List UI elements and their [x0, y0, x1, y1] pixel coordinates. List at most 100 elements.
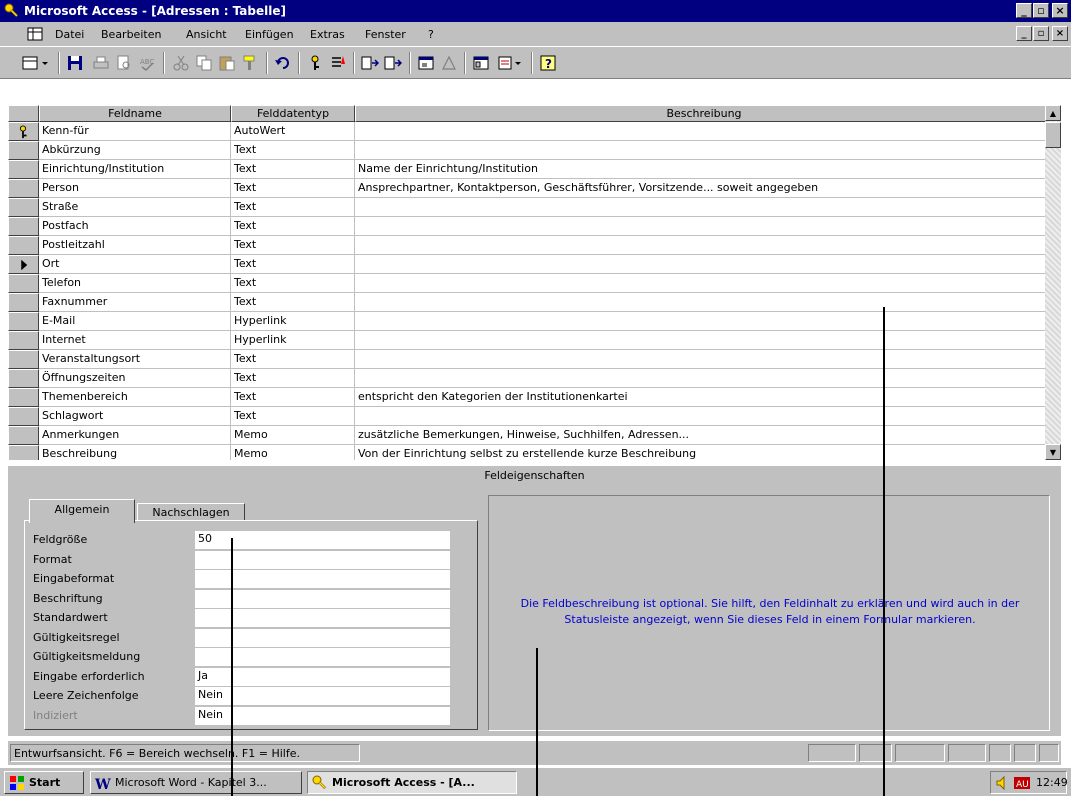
- row-selector[interactable]: [8, 198, 39, 217]
- cell-feldname[interactable]: Straße: [39, 198, 231, 217]
- task-word[interactable]: W Microsoft Word - Kapitel 3...: [90, 771, 302, 794]
- cell-beschreibung[interactable]: zusätzliche Bemerkungen, Hinweise, Suchh…: [355, 426, 1053, 445]
- row-selector[interactable]: [8, 217, 39, 236]
- title-bar[interactable]: Microsoft Access - [Adressen : Tabelle] …: [0, 0, 1071, 22]
- cell-beschreibung[interactable]: [355, 293, 1053, 312]
- cell-felddatentyp[interactable]: Text: [231, 198, 355, 217]
- property-input[interactable]: [195, 590, 450, 608]
- cell-felddatentyp[interactable]: Text: [231, 160, 355, 179]
- cell-feldname[interactable]: Postfach: [39, 217, 231, 236]
- cell-feldname[interactable]: Abkürzung: [39, 141, 231, 160]
- cell-feldname[interactable]: Themenbereich: [39, 388, 231, 407]
- cell-feldname[interactable]: Einrichtung/Institution: [39, 160, 231, 179]
- row-selector[interactable]: [8, 445, 39, 460]
- cell-felddatentyp[interactable]: Text: [231, 293, 355, 312]
- tray-app-icon[interactable]: AU: [1013, 775, 1031, 791]
- table-row[interactable]: Themenbereich Text entspricht den Kategori…: [8, 388, 1053, 407]
- property-input[interactable]: [195, 570, 450, 588]
- cell-felddatentyp[interactable]: Text: [231, 407, 355, 426]
- cell-feldname[interactable]: Öffnungszeiten: [39, 369, 231, 388]
- row-selector[interactable]: [8, 312, 39, 331]
- cut-icon[interactable]: [172, 54, 190, 72]
- cell-beschreibung[interactable]: Ansprechpartner, Kontaktperson, Geschäft…: [355, 179, 1053, 198]
- menu-extras[interactable]: Extras: [310, 28, 345, 41]
- menu-ansicht[interactable]: Ansicht: [186, 28, 227, 41]
- table-row[interactable]: Einrichtung/Institution Text Name der Einr…: [8, 160, 1053, 179]
- cell-felddatentyp[interactable]: Text: [231, 179, 355, 198]
- format-painter-icon[interactable]: [241, 54, 259, 72]
- cell-felddatentyp[interactable]: Memo: [231, 445, 355, 460]
- cell-felddatentyp[interactable]: Text: [231, 255, 355, 274]
- table-row[interactable]: Person Text Ansprechpartner, Kontaktperson…: [8, 179, 1053, 198]
- spelling-icon[interactable]: ABC: [138, 54, 156, 72]
- table-row[interactable]: E-Mail Hyperlink: [8, 312, 1053, 331]
- row-selector[interactable]: [8, 407, 39, 426]
- copy-icon[interactable]: [195, 54, 213, 72]
- cell-beschreibung[interactable]: Von der Einrichtung selbst zu erstellend…: [355, 445, 1053, 460]
- row-selector[interactable]: [8, 160, 39, 179]
- cell-feldname[interactable]: Beschreibung: [39, 445, 231, 460]
- table-row[interactable]: Telefon Text: [8, 274, 1053, 293]
- column-header-feldname[interactable]: Feldname: [39, 105, 231, 122]
- scroll-thumb[interactable]: [1045, 122, 1061, 148]
- cell-felddatentyp[interactable]: Hyperlink: [231, 331, 355, 350]
- menu-fenster[interactable]: Fenster: [365, 28, 406, 41]
- row-selector[interactable]: [8, 426, 39, 445]
- doc-close-button[interactable]: ×: [1052, 26, 1068, 41]
- cell-beschreibung[interactable]: [355, 274, 1053, 293]
- cell-feldname[interactable]: Veranstaltungsort: [39, 350, 231, 369]
- table-row[interactable]: Kenn-für AutoWert: [8, 122, 1053, 141]
- cell-felddatentyp[interactable]: Text: [231, 274, 355, 293]
- maximize-button[interactable]: ▫: [1033, 3, 1049, 18]
- cell-beschreibung[interactable]: [355, 331, 1053, 350]
- cell-beschreibung[interactable]: [355, 350, 1053, 369]
- menu-einfuegen[interactable]: Einfügen: [245, 28, 294, 41]
- cell-feldname[interactable]: Anmerkungen: [39, 426, 231, 445]
- cell-beschreibung[interactable]: [355, 217, 1053, 236]
- cell-beschreibung[interactable]: [355, 141, 1053, 160]
- cell-feldname[interactable]: Telefon: [39, 274, 231, 293]
- start-button[interactable]: Start: [4, 771, 84, 794]
- cell-felddatentyp[interactable]: Text: [231, 141, 355, 160]
- table-row[interactable]: Postfach Text: [8, 217, 1053, 236]
- row-selector[interactable]: [8, 236, 39, 255]
- row-selector[interactable]: [8, 274, 39, 293]
- row-selector[interactable]: [8, 122, 39, 141]
- task-access[interactable]: Microsoft Access - [A...: [307, 771, 517, 794]
- row-selector[interactable]: [8, 388, 39, 407]
- close-button[interactable]: ×: [1052, 3, 1068, 18]
- property-input[interactable]: Nein: [195, 687, 450, 705]
- save-icon[interactable]: [66, 54, 84, 72]
- cell-feldname[interactable]: E-Mail: [39, 312, 231, 331]
- table-row[interactable]: Anmerkungen Memo zusätzliche Bemerkungen, …: [8, 426, 1053, 445]
- cell-feldname[interactable]: Schlagwort: [39, 407, 231, 426]
- row-selector[interactable]: [8, 293, 39, 312]
- cell-feldname[interactable]: Ort: [39, 255, 231, 274]
- cell-beschreibung[interactable]: [355, 236, 1053, 255]
- property-input[interactable]: [195, 648, 450, 666]
- property-input[interactable]: Ja: [195, 668, 450, 686]
- doc-restore-button[interactable]: ▫: [1033, 26, 1049, 41]
- table-row[interactable]: Schlagwort Text: [8, 407, 1053, 426]
- undo-icon[interactable]: [274, 54, 292, 72]
- row-selector[interactable]: [8, 255, 39, 274]
- property-input[interactable]: [195, 551, 450, 569]
- property-input[interactable]: Nein: [195, 707, 450, 725]
- indexes-icon[interactable]: [329, 54, 347, 72]
- row-selector[interactable]: [8, 179, 39, 198]
- scroll-down-button[interactable]: ▼: [1045, 444, 1061, 460]
- cell-beschreibung[interactable]: [355, 369, 1053, 388]
- cell-beschreibung[interactable]: entspricht den Kategorien der Institutio…: [355, 388, 1053, 407]
- property-input[interactable]: 50: [195, 531, 450, 549]
- row-selector[interactable]: [8, 331, 39, 350]
- build-icon[interactable]: [440, 54, 458, 72]
- minimize-button[interactable]: _: [1016, 3, 1032, 18]
- speaker-icon[interactable]: [995, 775, 1011, 791]
- new-object-icon[interactable]: [497, 54, 525, 72]
- print-preview-icon[interactable]: [115, 54, 133, 72]
- row-selector[interactable]: [8, 369, 39, 388]
- table-row[interactable]: Veranstaltungsort Text: [8, 350, 1053, 369]
- table-row[interactable]: Faxnummer Text: [8, 293, 1053, 312]
- cell-felddatentyp[interactable]: Hyperlink: [231, 312, 355, 331]
- cell-felddatentyp[interactable]: Text: [231, 236, 355, 255]
